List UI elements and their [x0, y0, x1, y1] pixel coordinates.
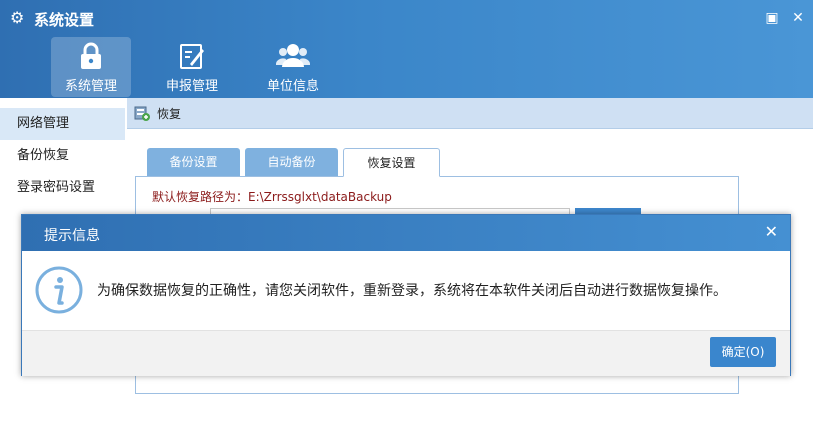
nav-tab-declaration-management[interactable]: 申报管理 [152, 37, 232, 97]
info-icon [35, 266, 83, 314]
close-icon[interactable]: ✕ [790, 10, 806, 26]
gear-icon: ⚙ [10, 8, 25, 27]
nav-tab-unit-info[interactable]: 单位信息 [253, 37, 333, 97]
close-icon[interactable]: ✕ [765, 224, 778, 240]
breadcrumb: 恢复 [127, 98, 813, 129]
restore-icon[interactable]: ▣ [764, 10, 780, 26]
tab-auto-backup[interactable]: 自动备份 [245, 148, 338, 176]
app-header: ⚙ 系统设置 ▣ ✕ 系统管理 申报管理 单位信息 [0, 0, 813, 98]
nav-tab-label: 系统管理 [64, 79, 117, 94]
tab-restore-settings[interactable]: 恢复设置 [343, 148, 440, 177]
title-bar: ⚙ 系统设置 ▣ ✕ [0, 0, 813, 38]
restore-db-icon [134, 106, 150, 121]
sidebar-item-network-management[interactable]: 网络管理 [0, 108, 125, 140]
dialog-title: 提示信息 [44, 228, 100, 244]
ok-button[interactable]: 确定(O) [710, 337, 776, 367]
window-title: 系统设置 [34, 11, 95, 29]
dialog-header: 提示信息 ✕ [22, 215, 790, 251]
edit-icon [180, 44, 204, 69]
prompt-dialog: 提示信息 ✕ 为确保数据恢复的正确性，请您关闭软件，重新登录，系统将在本软件关闭… [21, 214, 791, 376]
default-restore-path-text: 默认恢复路径为：E:\Zrrssglxt\dataBackup [152, 190, 392, 204]
users-icon [276, 44, 310, 67]
tab-backup-settings[interactable]: 备份设置 [147, 148, 240, 176]
dialog-footer [22, 330, 790, 376]
sidebar-item-login-password[interactable]: 登录密码设置 [0, 172, 125, 204]
breadcrumb-label: 恢复 [157, 107, 182, 121]
nav-tab-label: 申报管理 [165, 79, 218, 94]
lock-icon [81, 42, 101, 69]
nav-tab-system-management[interactable]: 系统管理 [51, 37, 131, 97]
nav-tab-label: 单位信息 [266, 79, 319, 94]
sidebar-item-backup-restore[interactable]: 备份恢复 [0, 140, 125, 172]
dialog-message: 为确保数据恢复的正确性，请您关闭软件，重新登录，系统将在本软件关闭后自动进行数据… [97, 283, 727, 299]
